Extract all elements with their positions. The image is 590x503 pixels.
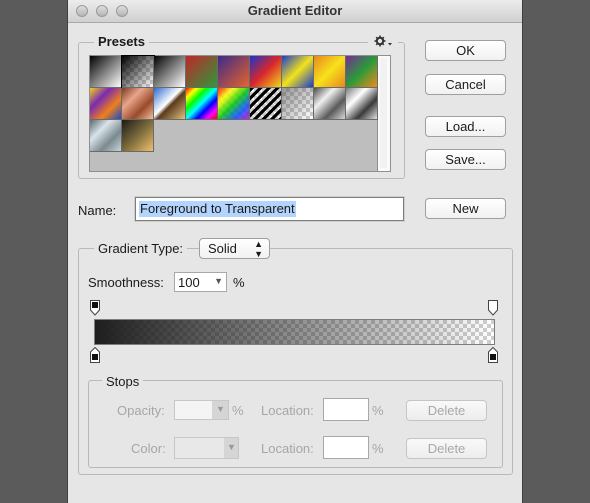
stops-label: Stops (102, 374, 144, 389)
preset-swatch-blue-red-yellow[interactable] (250, 56, 282, 88)
gradient-bar[interactable] (94, 319, 495, 345)
preset-swatch-silver-2[interactable] (346, 88, 378, 120)
color-location-field[interactable] (323, 436, 369, 459)
opacity-location-unit: % (372, 403, 384, 418)
new-button[interactable]: New (425, 198, 506, 219)
opacity-location-label: Location: (261, 403, 314, 418)
smoothness-label: Smoothness: (88, 275, 164, 290)
name-value: Foreground to Transparent (139, 201, 296, 217)
color-location-unit: % (372, 441, 384, 456)
preset-swatch-foreground-to-background[interactable] (90, 56, 122, 88)
color-label: Color: (131, 441, 166, 456)
preset-swatch-spectrum[interactable] (186, 88, 218, 120)
opacity-dropdown[interactable]: ▼ (212, 401, 228, 419)
window-title: Gradient Editor (247, 3, 343, 18)
preset-swatch-chrome[interactable] (154, 88, 186, 120)
color-delete-button[interactable]: Delete (406, 438, 487, 459)
gradient-fill (95, 320, 494, 344)
smoothness-field[interactable]: 100 ▼ (174, 272, 227, 292)
updown-arrows-icon: ▲ ▼ (254, 239, 263, 259)
preset-swatch-neutral-density[interactable] (282, 88, 314, 120)
preset-swatch-black-white[interactable] (154, 56, 186, 88)
preset-swatch-silver-1[interactable] (314, 88, 346, 120)
dropdown-arrow-icon[interactable]: ▼ (214, 276, 223, 286)
preset-swatch-orange-yellow-orange[interactable] (314, 56, 346, 88)
name-field[interactable]: Foreground to Transparent (135, 197, 404, 221)
cancel-button[interactable]: Cancel (425, 74, 506, 95)
preset-swatch-transparent-rainbow[interactable] (218, 88, 250, 120)
opacity-location-field[interactable] (323, 398, 369, 421)
preset-swatch-foreground-to-transparent[interactable] (121, 55, 155, 89)
opacity-unit: % (232, 403, 244, 418)
dropdown-arrow-icon: ▼ (216, 404, 225, 414)
name-label: Name: (78, 203, 117, 218)
gear-icon[interactable] (368, 34, 398, 50)
preset-swatch-transparent-stripes[interactable] (250, 88, 282, 120)
preset-swatch-violet-orange[interactable] (218, 56, 250, 88)
preset-swatch-gold[interactable] (122, 120, 154, 152)
load-button[interactable]: Load... (425, 116, 506, 137)
preset-grid (89, 55, 378, 172)
preset-swatch-violet-green-orange[interactable] (346, 56, 378, 88)
opacity-stop-end[interactable] (488, 300, 498, 316)
preset-swatch-red-green[interactable] (186, 56, 218, 88)
ok-button[interactable]: OK (425, 40, 506, 61)
preset-scrollbar[interactable] (378, 55, 391, 172)
color-stop-start[interactable] (90, 346, 100, 363)
color-location-label: Location: (261, 441, 314, 456)
preset-swatch-blue-yellow-blue[interactable] (282, 56, 314, 88)
gradient-type-label: Gradient Type: (94, 241, 188, 256)
color-dropdown[interactable]: ▼ (224, 438, 238, 458)
gradient-type-select[interactable]: Solid ▲ ▼ (199, 238, 270, 259)
gradient-type-value: Solid (208, 241, 237, 256)
presets-label: Presets (94, 34, 149, 49)
smoothness-unit: % (233, 275, 245, 290)
color-stop-end[interactable] (488, 346, 498, 363)
opacity-label: Opacity: (117, 403, 165, 418)
preset-swatch-silver-3[interactable] (90, 120, 122, 152)
dropdown-arrow-icon: ▼ (227, 442, 236, 452)
smoothness-value: 100 (178, 275, 200, 290)
color-swatch-field[interactable]: ▼ (174, 437, 239, 459)
opacity-delete-button[interactable]: Delete (406, 400, 487, 421)
opacity-stop-start[interactable] (90, 300, 100, 316)
opacity-field[interactable]: ▼ (174, 400, 229, 420)
preset-scrollbar-thumb[interactable] (380, 58, 387, 168)
save-button[interactable]: Save... (425, 149, 506, 170)
title-bar: Gradient Editor (68, 0, 522, 23)
preset-swatch-copper[interactable] (122, 88, 154, 120)
gradient-editor-window: Gradient Editor Presets OK Cancel Load..… (67, 0, 523, 503)
preset-swatch-yellow-violet-orange-blue[interactable] (90, 88, 122, 120)
